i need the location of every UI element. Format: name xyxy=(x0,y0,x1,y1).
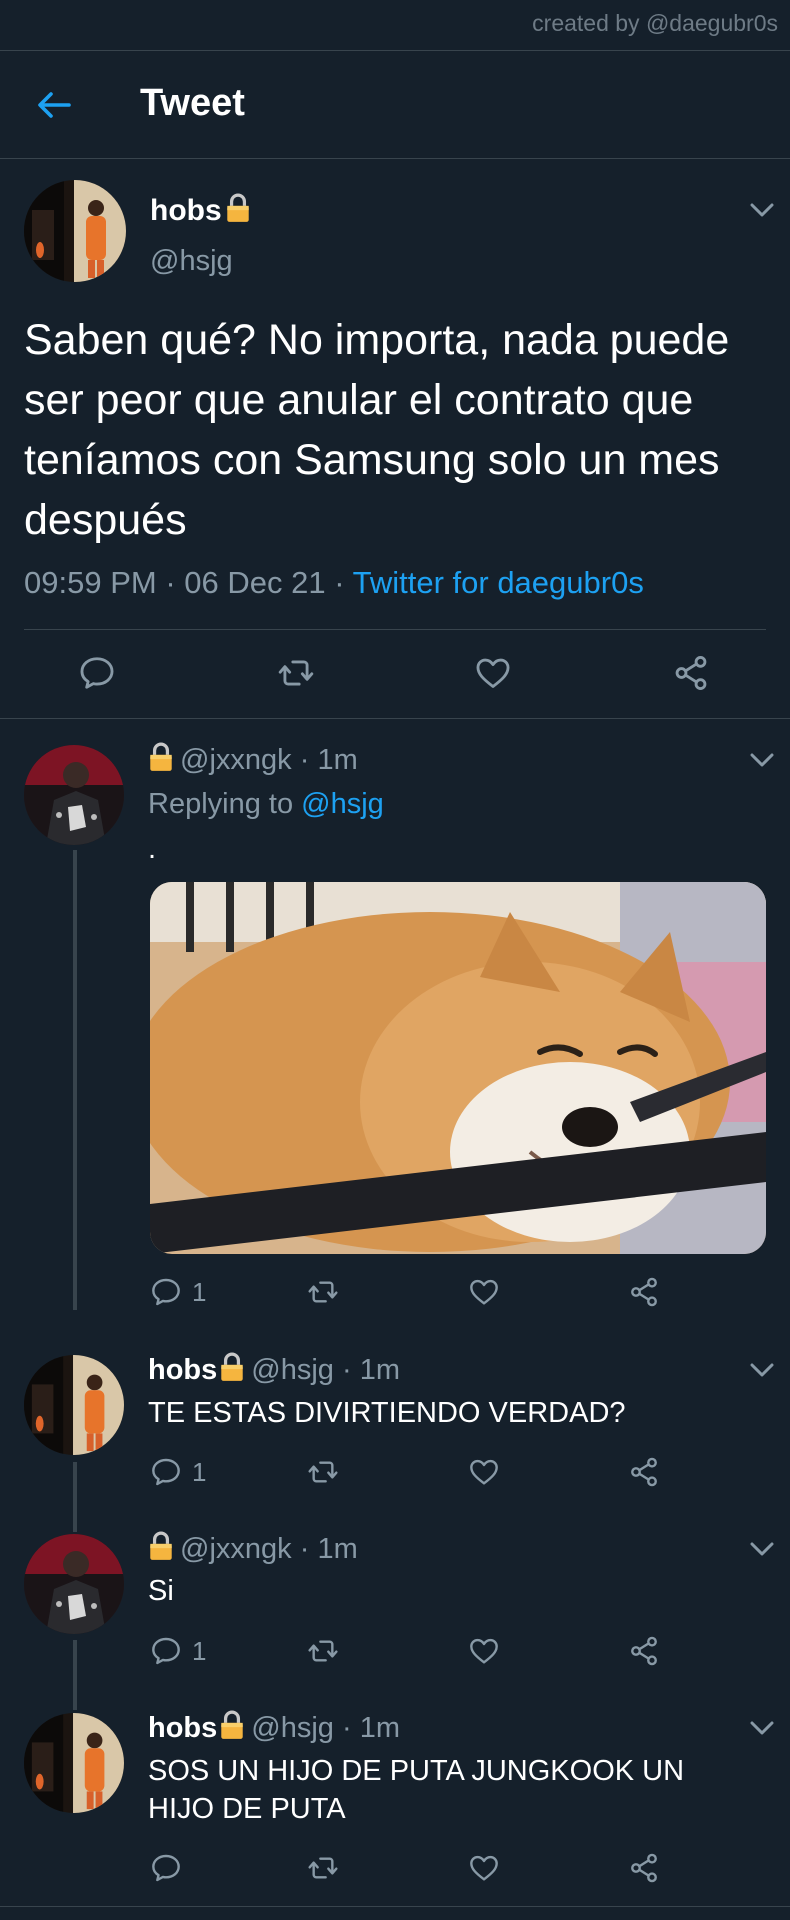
avatar[interactable] xyxy=(24,1534,124,1634)
share-button[interactable] xyxy=(628,1852,660,1884)
chevron-down-icon[interactable] xyxy=(747,1718,777,1738)
reply-icon xyxy=(150,1635,182,1667)
watermark-credit: created by @daegubr0s xyxy=(532,10,778,36)
like-button[interactable] xyxy=(468,1276,500,1308)
reply-time: 1m xyxy=(359,1712,401,1744)
avatar[interactable] xyxy=(24,745,124,845)
like-button[interactable] xyxy=(468,1635,500,1667)
avatar[interactable] xyxy=(24,1355,124,1455)
reply-icon xyxy=(150,1456,182,1488)
avatar[interactable] xyxy=(24,1713,124,1813)
author-name[interactable]: hobs xyxy=(150,193,251,228)
reply-count: 1 xyxy=(192,1456,207,1487)
share-button[interactable] xyxy=(628,1635,660,1667)
page-title: Tweet xyxy=(140,82,245,124)
meta-divider xyxy=(24,629,766,630)
reply-button[interactable] xyxy=(150,1852,182,1884)
share-button[interactable] xyxy=(628,1456,660,1488)
reply-handle[interactable]: @hsjg xyxy=(251,1712,334,1744)
chevron-down-icon[interactable] xyxy=(747,200,777,220)
reply-time: 1m xyxy=(317,744,358,776)
reply-count: 1 xyxy=(192,1635,207,1666)
retweet-icon xyxy=(306,1456,340,1488)
avatar[interactable] xyxy=(24,180,126,282)
reply-header: hobs @hsjg · 1m xyxy=(148,1352,401,1386)
heart-icon xyxy=(468,1276,500,1308)
tweet-source-link[interactable]: Twitter for daegubr0s xyxy=(353,565,644,600)
share-icon xyxy=(628,1456,660,1488)
tweet-image[interactable] xyxy=(150,882,766,1254)
reply-text: Si xyxy=(148,1575,174,1607)
reply-count: 1 xyxy=(192,1276,207,1307)
lock-icon xyxy=(225,193,251,223)
retweet-button[interactable] xyxy=(306,1852,340,1884)
tweet-time: 09:59 PM xyxy=(24,565,157,600)
back-button[interactable] xyxy=(28,83,80,127)
top-divider xyxy=(0,50,790,51)
section-divider xyxy=(0,718,790,719)
retweet-button[interactable] xyxy=(306,1635,340,1667)
tweet-date: 06 Dec 21 xyxy=(184,565,326,600)
reply-icon xyxy=(78,654,116,692)
lock-icon xyxy=(219,1710,245,1740)
arrow-left-icon xyxy=(38,92,71,118)
reply-handle[interactable]: @jxxngk xyxy=(180,1533,292,1565)
share-button[interactable] xyxy=(628,1276,660,1308)
reply-header: @jxxngk · 1m xyxy=(148,742,358,777)
heart-icon xyxy=(474,654,512,692)
retweet-icon xyxy=(306,1635,340,1667)
lock-icon xyxy=(148,742,174,772)
lock-icon xyxy=(148,1531,174,1561)
reply-handle[interactable]: @hsjg xyxy=(251,1354,334,1386)
chevron-down-icon[interactable] xyxy=(747,750,777,770)
reply-icon xyxy=(150,1276,182,1308)
retweet-icon xyxy=(306,1852,340,1884)
reply-header: hobs @hsjg · 1m xyxy=(148,1710,401,1744)
like-button[interactable] xyxy=(474,654,512,692)
reply-handle[interactable]: @jxxngk xyxy=(180,744,292,776)
reply-button[interactable] xyxy=(78,654,116,692)
reply-icon xyxy=(150,1852,182,1884)
retweet-button[interactable] xyxy=(276,654,316,692)
replying-to-link[interactable]: @hsjg xyxy=(301,788,384,820)
share-icon xyxy=(628,1635,660,1667)
share-button[interactable] xyxy=(672,654,710,692)
reply-header: @jxxngk · 1m xyxy=(148,1531,358,1566)
reply-time: 1m xyxy=(317,1533,358,1565)
reply-author-name[interactable]: hobs xyxy=(148,1354,217,1386)
reply-text: SOS UN HIJO DE PUTA JUNGKOOK UN HIJO DE … xyxy=(148,1755,685,1825)
share-icon xyxy=(672,654,710,692)
thread-line xyxy=(73,850,77,1310)
retweet-button[interactable] xyxy=(306,1456,340,1488)
replying-to: Replying to @hsjg xyxy=(148,788,384,820)
chevron-down-icon[interactable] xyxy=(747,1539,777,1559)
like-button[interactable] xyxy=(468,1852,500,1884)
like-button[interactable] xyxy=(468,1456,500,1488)
author-handle[interactable]: @hsjg xyxy=(150,245,233,278)
reply-time: 1m xyxy=(359,1354,401,1386)
reply-text: . xyxy=(148,833,157,865)
reply-text: TE ESTAS DIVIRTIENDO VERDAD? xyxy=(148,1397,626,1429)
chevron-down-icon[interactable] xyxy=(747,1360,777,1380)
share-icon xyxy=(628,1852,660,1884)
retweet-button[interactable] xyxy=(306,1276,340,1308)
thread-line xyxy=(73,1462,77,1532)
share-icon xyxy=(628,1276,660,1308)
heart-icon xyxy=(468,1852,500,1884)
retweet-icon xyxy=(306,1276,340,1308)
header-divider xyxy=(0,158,790,159)
reply-button[interactable]: 1 xyxy=(150,1276,206,1308)
heart-icon xyxy=(468,1456,500,1488)
reply-button[interactable]: 1 xyxy=(150,1635,206,1667)
lock-icon xyxy=(219,1352,245,1382)
thread-line xyxy=(73,1640,77,1710)
reply-button[interactable]: 1 xyxy=(150,1456,206,1488)
bottom-divider xyxy=(0,1906,790,1907)
tweet-text: Saben qué? No importa, nada puede ser pe… xyxy=(24,316,730,544)
reply-author-name[interactable]: hobs xyxy=(148,1712,217,1744)
tweet-meta: 09:59 PM · 06 Dec 21 · Twitter for daegu… xyxy=(24,565,644,600)
shiba-dog-image xyxy=(150,882,766,1254)
retweet-icon xyxy=(276,654,316,692)
heart-icon xyxy=(468,1635,500,1667)
